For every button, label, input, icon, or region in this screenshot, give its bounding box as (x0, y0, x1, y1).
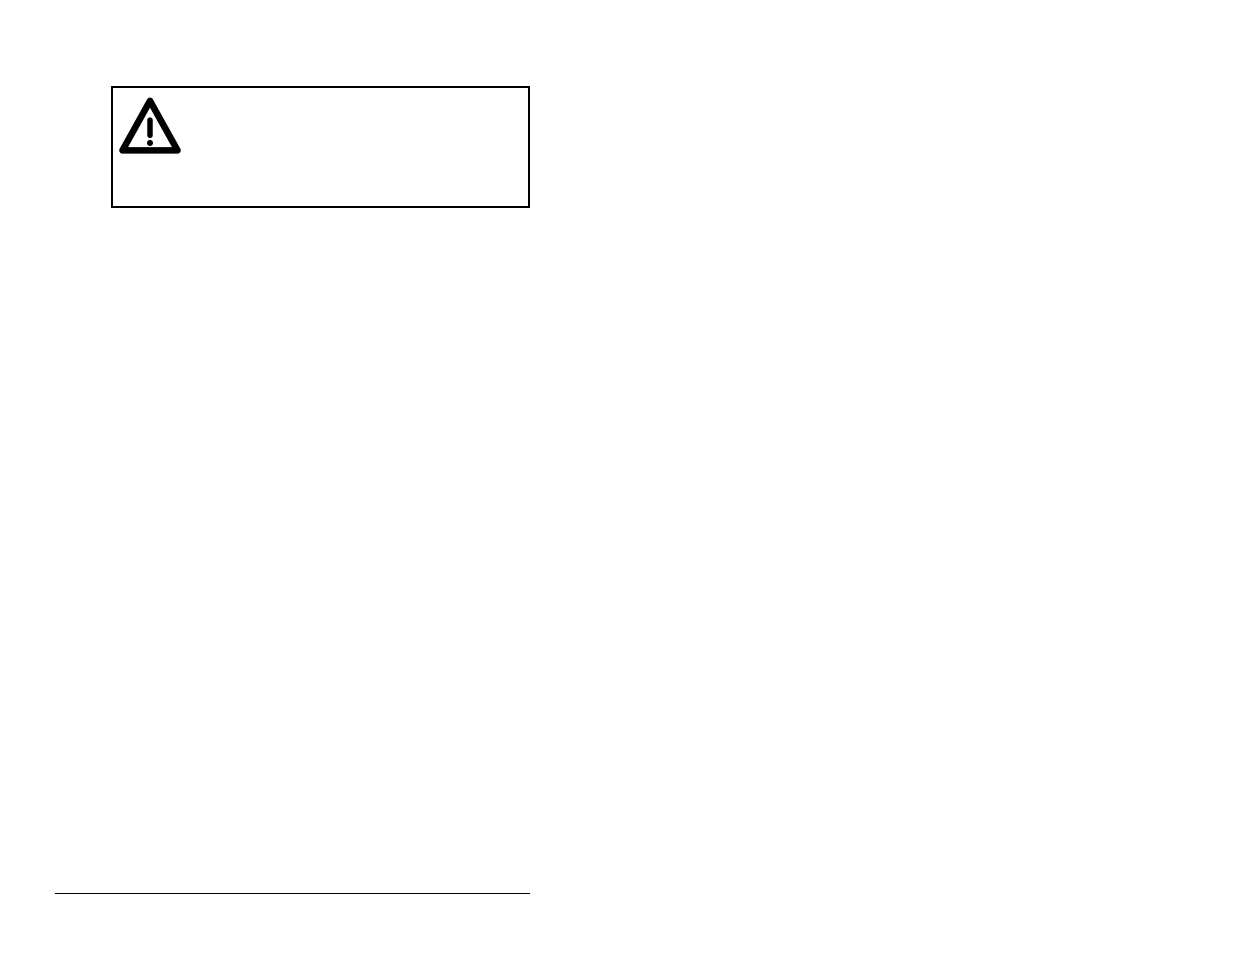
footer-divider (55, 893, 530, 894)
document-page (0, 0, 1235, 954)
warning-triangle-icon (117, 94, 183, 160)
warning-box (111, 86, 530, 208)
